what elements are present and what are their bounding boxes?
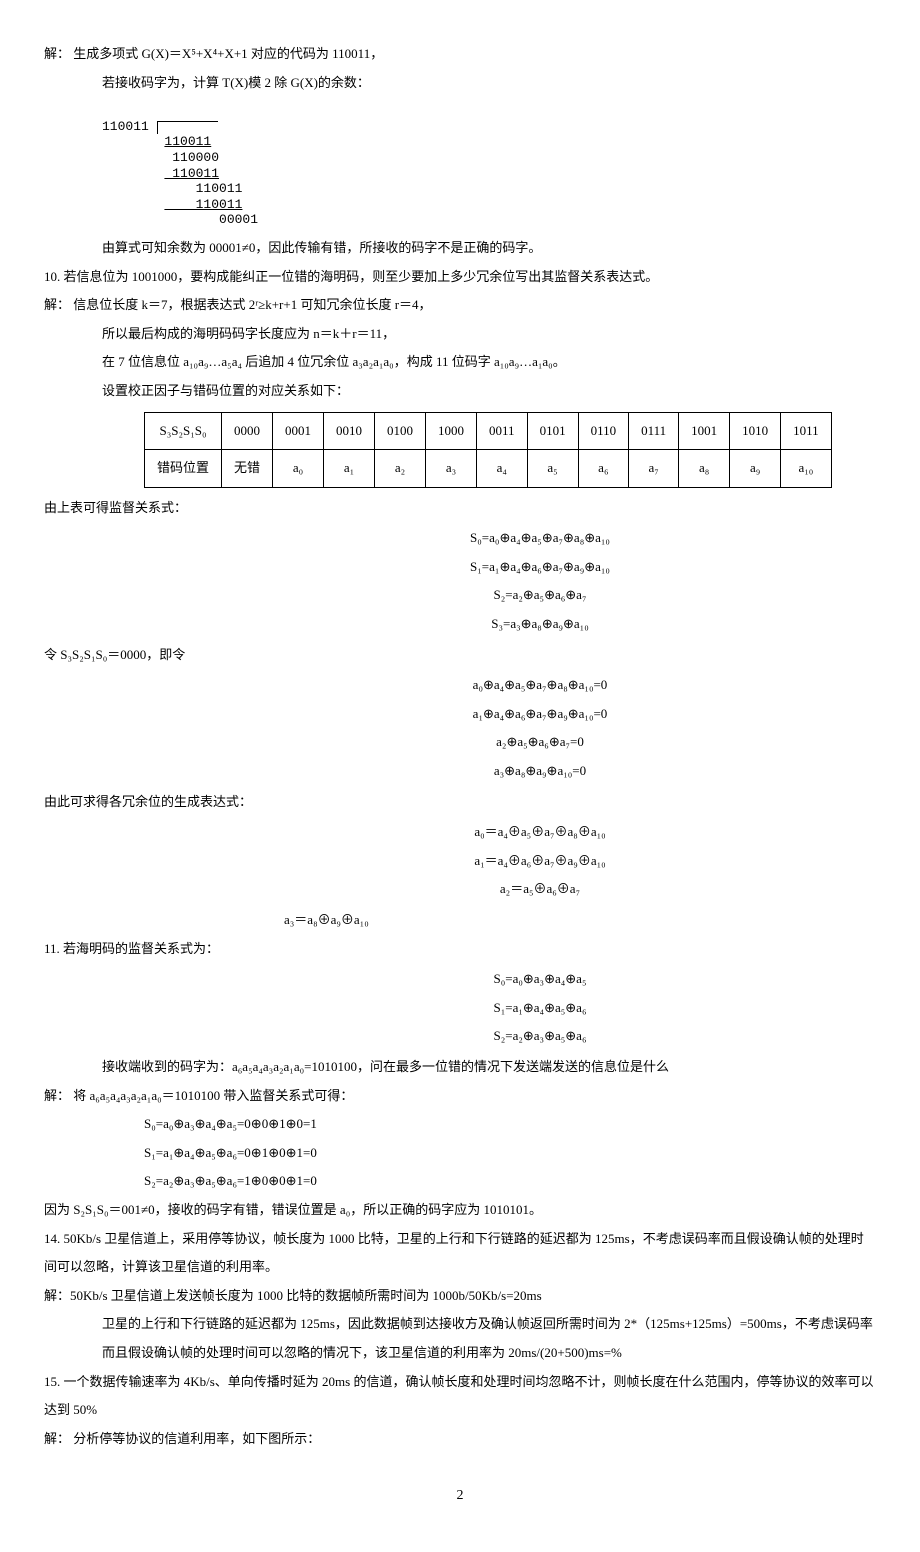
equation: a₁＝a₄⊕a₆⊕a₇⊕a₉⊕a₁₀	[44, 847, 876, 876]
text-line: 所以最后构成的海明码码字长度应为 n＝k＋r＝11，	[44, 320, 876, 349]
equation: a₀⊕a₄⊕a₅⊕a₇⊕a₈⊕a₁₀=0	[44, 671, 876, 700]
div-line: 110011	[164, 197, 242, 212]
table-row: S₃S₂S₁S₀ 0000 0001 0010 0100 1000 0011 0…	[145, 412, 832, 450]
table-cell: 0010	[324, 412, 375, 450]
error-position-table: S₃S₂S₁S₀ 0000 0001 0010 0100 1000 0011 0…	[144, 412, 832, 488]
text-line: 接收端收到的码字为：a₆a₅a₄a₃a₂a₁a₀=1010100，问在最多一位错…	[44, 1053, 876, 1082]
table-cell: a₁	[324, 450, 375, 488]
text-line: 解： 分析停等协议的信道利用率，如下图所示：	[44, 1425, 876, 1454]
equation: S₀=a₀⊕a₃⊕a₄⊕a₅	[44, 965, 876, 994]
long-division: 110011 110011 110000 110011 110011 11001…	[102, 103, 876, 228]
text-line: S₂=a₂⊕a₃⊕a₅⊕a₆=1⊕0⊕0⊕1=0	[44, 1167, 876, 1196]
equation: a₃＝a₈⊕a₉⊕a₁₀	[44, 906, 876, 935]
table-cell: 错码位置	[145, 450, 222, 488]
table-cell: 0111	[629, 412, 679, 450]
equation: a₃⊕a₈⊕a₉⊕a₁₀=0	[44, 757, 876, 786]
equation: S₂=a₂⊕a₃⊕a₅⊕a₆	[44, 1022, 876, 1051]
table-cell: 0101	[527, 412, 578, 450]
text-line: S₀=a₀⊕a₃⊕a₄⊕a₅=0⊕0⊕1⊕0=1	[44, 1110, 876, 1139]
text-line: 由算式可知余数为 00001≠0，因此传输有错，所接收的码字不是正确的码字。	[44, 234, 876, 263]
equation: S₃=a₃⊕a₈⊕a₉⊕a₁₀	[44, 610, 876, 639]
text-line: 设置校正因子与错码位置的对应关系如下：	[44, 377, 876, 406]
equation-block: a₀⊕a₄⊕a₅⊕a₇⊕a₈⊕a₁₀=0 a₁⊕a₄⊕a₆⊕a₇⊕a₉⊕a₁₀=…	[44, 671, 876, 785]
divisor: 110011	[102, 119, 149, 134]
text-line: 令 S₃S₂S₁S₀＝0000，即令	[44, 641, 876, 670]
table-cell: 无错	[222, 450, 273, 488]
div-line: 00001	[164, 212, 258, 227]
equation: S₁=a₁⊕a₄⊕a₅⊕a₆	[44, 994, 876, 1023]
equation: S₂=a₂⊕a₅⊕a₆⊕a₇	[44, 581, 876, 610]
text-line: 因为 S₂S₁S₀＝001≠0，接收的码字有错，错误位置是 a₀，所以正确的码字…	[44, 1196, 876, 1225]
text-line: S₁=a₁⊕a₄⊕a₅⊕a₆=0⊕1⊕0⊕1=0	[44, 1139, 876, 1168]
table-cell: a₀	[273, 450, 324, 488]
equation: a₀＝a₄⊕a₅⊕a₇⊕a₈⊕a₁₀	[44, 818, 876, 847]
table-cell: a₅	[527, 450, 578, 488]
text-line: 若接收码字为，计算 T(X)模 2 除 G(X)的余数：	[44, 69, 876, 98]
text-line: 15. 一个数据传输速率为 4Kb/s、单向传播时延为 20ms 的信道，确认帧…	[44, 1368, 876, 1425]
text-line: 卫星的上行和下行链路的延迟都为 125ms，因此数据帧到达接收方及确认帧返回所需…	[44, 1310, 876, 1367]
table-cell: 0011	[477, 412, 528, 450]
text-line: 解： 生成多项式 G(X)＝X⁵+X⁴+X+1 对应的代码为 110011，	[44, 40, 876, 69]
text-line: 11. 若海明码的监督关系式为：	[44, 935, 876, 964]
div-line: 110000	[164, 150, 219, 165]
div-line: 110011	[164, 166, 219, 181]
text-line: 解： 信息位长度 k＝7，根据表达式 2ʳ≥k+r+1 可知冗余位长度 r＝4，	[44, 291, 876, 320]
table-cell: 1010	[730, 412, 781, 450]
text-line: 由上表可得监督关系式：	[44, 494, 876, 523]
equation-block: S₀=a₀⊕a₄⊕a₅⊕a₇⊕a₈⊕a₁₀ S₁=a₁⊕a₄⊕a₆⊕a₇⊕a₉⊕…	[44, 524, 876, 638]
table-cell: 0110	[578, 412, 629, 450]
div-line: 110011	[164, 134, 211, 149]
table-cell: a₆	[578, 450, 629, 488]
table-cell: 1000	[426, 412, 477, 450]
text-line: 解：50Kb/s 卫星信道上发送帧长度为 1000 比特的数据帧所需时间为 10…	[44, 1282, 876, 1311]
table-cell: 0000	[222, 412, 273, 450]
equation-block: a₀＝a₄⊕a₅⊕a₇⊕a₈⊕a₁₀ a₁＝a₄⊕a₆⊕a₇⊕a₉⊕a₁₀ a₂…	[44, 818, 876, 904]
table-cell: 0100	[375, 412, 426, 450]
table-cell: a₄	[477, 450, 528, 488]
table-cell: a₂	[375, 450, 426, 488]
div-line: 110011	[164, 181, 242, 196]
text-line: 解： 将 a₆a₅a₄a₃a₂a₁a₀＝1010100 带入监督关系式可得：	[44, 1082, 876, 1111]
equation: S₀=a₀⊕a₄⊕a₅⊕a₇⊕a₈⊕a₁₀	[44, 524, 876, 553]
table-cell: a₃	[426, 450, 477, 488]
equation: a₂⊕a₅⊕a₆⊕a₇=0	[44, 728, 876, 757]
table-cell: 1001	[679, 412, 730, 450]
table-cell: a₇	[629, 450, 679, 488]
equation: S₁=a₁⊕a₄⊕a₆⊕a₇⊕a₉⊕a₁₀	[44, 553, 876, 582]
equation-block: S₀=a₀⊕a₃⊕a₄⊕a₅ S₁=a₁⊕a₄⊕a₅⊕a₆ S₂=a₂⊕a₃⊕a…	[44, 965, 876, 1051]
equation: a₂＝a₅⊕a₆⊕a₇	[44, 875, 876, 904]
equation: a₁⊕a₄⊕a₆⊕a₇⊕a₉⊕a₁₀=0	[44, 700, 876, 729]
table-cell: a₈	[679, 450, 730, 488]
table-cell: 1011	[781, 412, 832, 450]
page-number: 2	[44, 1481, 876, 1512]
table-cell: 0001	[273, 412, 324, 450]
table-cell: a₁₀	[781, 450, 832, 488]
text-line: 10. 若信息位为 1001000，要构成能纠正一位错的海明码，则至少要加上多少…	[44, 263, 876, 292]
table-cell: a₉	[730, 450, 781, 488]
text-line: 14. 50Kb/s 卫星信道上，采用停等协议，帧长度为 1000 比特，卫星的…	[44, 1225, 876, 1282]
table-row: 错码位置 无错 a₀ a₁ a₂ a₃ a₄ a₅ a₆ a₇ a₈ a₉ a₁…	[145, 450, 832, 488]
text-line: 由此可求得各冗余位的生成表达式：	[44, 788, 876, 817]
table-cell: S₃S₂S₁S₀	[145, 412, 222, 450]
text-line: 在 7 位信息位 a₁₀a₉…a₅a₄ 后追加 4 位冗余位 a₃a₂a₁a₀，…	[44, 348, 876, 377]
